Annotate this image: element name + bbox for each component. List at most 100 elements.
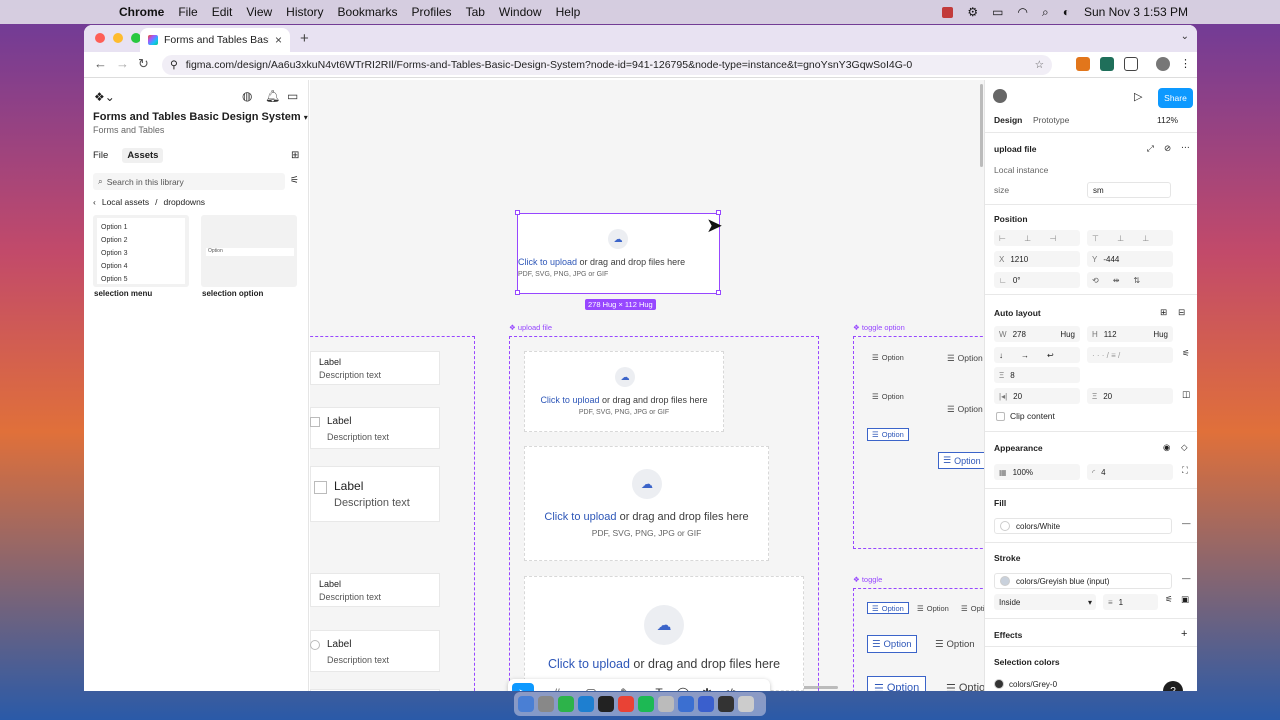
menu-bookmarks[interactable]: Bookmarks: [338, 5, 398, 19]
horizontal-align-controls[interactable]: ⊢ ⊥ ⊣: [994, 230, 1080, 246]
figma-menu-icon[interactable]: ❖⌄: [94, 90, 115, 104]
more-icon[interactable]: ⋯: [1181, 142, 1190, 153]
back-icon[interactable]: ←: [94, 56, 107, 71]
gap-input[interactable]: Ξ8: [994, 367, 1080, 383]
breadcrumb-root[interactable]: Local assets: [102, 197, 149, 207]
checkbox[interactable]: [314, 481, 327, 494]
notifications-bell-icon[interactable]: 🔔︎: [265, 89, 280, 103]
spotify-icon[interactable]: [638, 696, 654, 712]
menu-view[interactable]: View: [246, 5, 272, 19]
menu-help[interactable]: Help: [556, 5, 581, 19]
add-effect-icon[interactable]: +: [1181, 628, 1187, 640]
toggle-option[interactable]: ☰Option: [946, 680, 984, 691]
vertical-align-controls[interactable]: ⊤ ⊥ ⊥: [1087, 230, 1173, 246]
chevron-down-icon[interactable]: ▾: [536, 690, 544, 692]
profile-avatar[interactable]: [1156, 57, 1170, 71]
launchpad-icon[interactable]: [538, 696, 554, 712]
selection-color-item[interactable]: colors/Grey-0: [994, 679, 1057, 689]
help-button[interactable]: ?: [1163, 681, 1183, 691]
label-card-radio-sm[interactable]: Label Description text: [310, 573, 440, 607]
corner-radius-input[interactable]: ◜ 4: [1087, 464, 1173, 480]
tab-search-chevron-icon[interactable]: ⌄: [1181, 31, 1189, 42]
trash-icon[interactable]: [738, 696, 754, 712]
option-item-selected[interactable]: ☰ Option: [867, 428, 909, 441]
screen-record-icon[interactable]: [942, 6, 954, 18]
upload-link[interactable]: Click to upload: [540, 395, 599, 405]
toggle-option-selected[interactable]: ☰ Option: [867, 676, 927, 691]
stroke-sides-icon[interactable]: ▣: [1181, 594, 1189, 605]
stroke-position-select[interactable]: Inside ▾: [994, 594, 1096, 610]
zoom-level[interactable]: 112%: [1157, 115, 1178, 125]
tab-assets[interactable]: Assets: [122, 148, 164, 163]
browser-menu-icon[interactable]: ⋮: [1180, 57, 1191, 71]
upload-card-sm[interactable]: ☁ Click to upload or drag and drop files…: [524, 351, 724, 432]
text-tool-icon[interactable]: T: [648, 683, 670, 691]
auto-layout-options-icon[interactable]: ⊟: [1178, 307, 1185, 318]
chevron-down-icon[interactable]: ▾: [638, 690, 646, 692]
frame-tool-icon[interactable]: #: [546, 683, 568, 691]
reload-icon[interactable]: ↻: [138, 56, 149, 72]
flip-controls[interactable]: ⟲⇹⇅: [1087, 272, 1173, 288]
pen-tool-icon[interactable]: ✎: [614, 683, 636, 691]
share-button[interactable]: Share: [1158, 88, 1193, 108]
settings-icon[interactable]: ⚙: [967, 5, 978, 19]
upload-card-lg[interactable]: ☁ Click to upload or drag and drop files…: [524, 576, 804, 691]
asset-search-input[interactable]: ⌕ Search in this library: [93, 173, 285, 190]
extensions-puzzle-icon[interactable]: [1124, 57, 1138, 71]
url-field[interactable]: ⚲ figma.com/design/Aa6u3xkuN4vt6WTrRI2RI…: [162, 55, 1052, 75]
horizontal-padding-input[interactable]: |◂| 20: [994, 388, 1080, 404]
label-card-md[interactable]: Label Description text: [310, 407, 440, 449]
close-window-button[interactable]: [95, 33, 105, 43]
option-item[interactable]: ☰ Option: [872, 390, 904, 402]
option-item[interactable]: ☰ Option: [947, 403, 983, 415]
resize-handle[interactable]: [716, 290, 721, 295]
asset-thumbnail-selection-option[interactable]: Option: [201, 215, 297, 287]
upload-link[interactable]: Click to upload: [548, 657, 630, 671]
upload-link[interactable]: Click to upload: [544, 511, 616, 523]
filter-icon[interactable]: ⚟: [290, 175, 299, 186]
browser-tab[interactable]: Forms and Tables Basic Desig ×: [140, 28, 290, 52]
height-input[interactable]: H 112 Hug: [1087, 326, 1173, 342]
terminal-icon[interactable]: [598, 696, 614, 712]
search-icon[interactable]: ⌕: [1042, 5, 1049, 20]
tab-design[interactable]: Design: [994, 115, 1022, 125]
figma-canvas[interactable]: ☁ Click to upload or drag and drop files…: [310, 80, 984, 691]
resize-handle[interactable]: [515, 290, 520, 295]
datetime[interactable]: Sun Nov 3 1:53 PM: [1084, 5, 1188, 19]
vertical-padding-input[interactable]: Ξ 20: [1087, 388, 1173, 404]
dev-mode-icon[interactable]: </>: [720, 683, 742, 691]
clip-content-checkbox[interactable]: [996, 412, 1005, 421]
frame-label-upload-file[interactable]: ❖ upload file: [509, 323, 552, 332]
app-icon[interactable]: [658, 696, 674, 712]
move-tool-icon[interactable]: ➤: [512, 683, 534, 691]
bookmark-star-icon[interactable]: ☆: [1035, 59, 1044, 71]
label-card-radio-lg[interactable]: Label: [310, 689, 440, 691]
close-tab-icon[interactable]: ×: [275, 33, 282, 47]
play-icon[interactable]: ▷: [1134, 90, 1142, 103]
upload-link[interactable]: Click to upload: [518, 257, 577, 267]
toggle-option[interactable]: ☰Option: [917, 602, 949, 614]
stroke-weight-input[interactable]: ≡ 1: [1103, 594, 1158, 610]
mail-icon[interactable]: [678, 696, 694, 712]
chevron-down-icon[interactable]: ▾: [604, 690, 612, 692]
finder-icon[interactable]: [518, 696, 534, 712]
forward-icon[interactable]: →: [116, 56, 129, 71]
layout-settings-icon[interactable]: ⚟: [1182, 348, 1190, 359]
toggle-option-selected[interactable]: ☰ Option: [867, 602, 909, 614]
resize-handle[interactable]: [515, 210, 520, 215]
extension-icon[interactable]: [1100, 57, 1114, 71]
tab-file[interactable]: File: [93, 150, 108, 163]
site-info-icon[interactable]: ⚲: [170, 59, 178, 71]
stroke-style[interactable]: colors/Greyish blue (input): [994, 573, 1172, 589]
control-center-icon[interactable]: ◐: [1063, 5, 1070, 19]
blend-mode-icon[interactable]: ◇: [1181, 442, 1188, 453]
stroke-settings-icon[interactable]: ⚟: [1165, 594, 1173, 605]
plugins-icon[interactable]: ◍: [242, 89, 252, 103]
menu-app-name[interactable]: Chrome: [119, 5, 164, 19]
menu-tab[interactable]: Tab: [466, 5, 485, 19]
y-input[interactable]: Y -444: [1087, 251, 1173, 267]
frame-label-toggle[interactable]: ❖ toggle: [853, 575, 882, 584]
component-name[interactable]: upload file: [994, 144, 1037, 154]
toggle-option-frame[interactable]: [853, 336, 984, 549]
app-icon[interactable]: [698, 696, 714, 712]
